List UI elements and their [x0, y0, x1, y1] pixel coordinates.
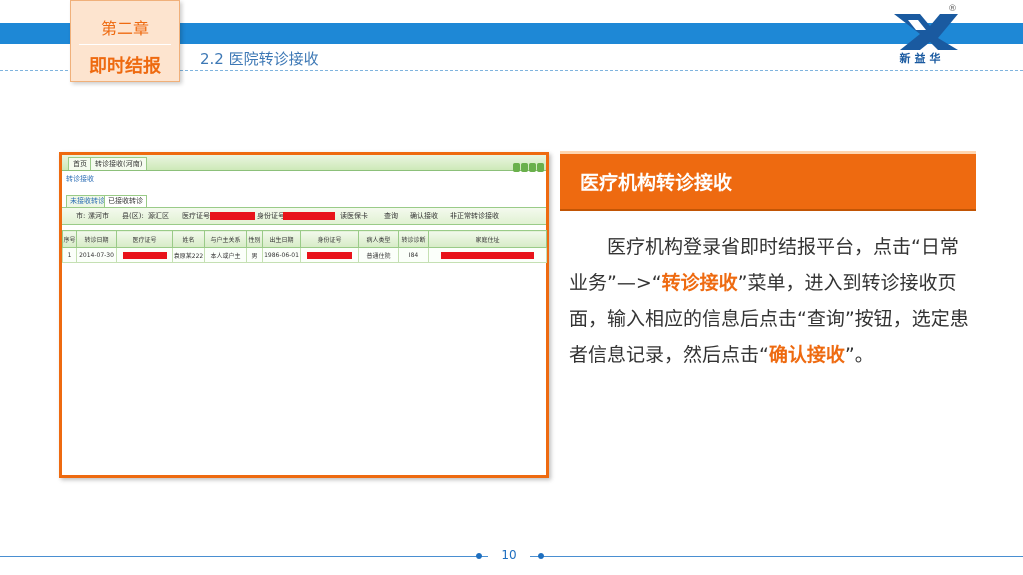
medical-no-input[interactable]	[210, 212, 255, 220]
cell-birth: 1986-06-01	[262, 247, 301, 263]
logo-text: 新益华	[899, 52, 945, 65]
window-button-icon[interactable]	[529, 163, 536, 172]
column-header[interactable]: 性别	[246, 230, 263, 248]
city-label: 市:	[76, 212, 86, 220]
table-header-row: 序号 转诊日期 医疗证号 姓名 与户主关系 性别 出生日期 身份证号 病人类型 …	[62, 230, 547, 248]
city-select[interactable]: 漯河市	[88, 211, 109, 221]
medical-no-label: 医疗证号:	[182, 212, 213, 220]
cell-name: 袁原某222	[172, 247, 205, 263]
cell-diagnosis: I84	[398, 247, 429, 263]
column-header[interactable]: 姓名	[172, 230, 205, 248]
cell-no: 1	[62, 247, 77, 263]
chapter-tag: 第二章 即时结报	[70, 0, 180, 82]
description-highlight-receive: 转诊接收	[661, 272, 738, 294]
redaction-block	[306, 251, 353, 259]
cell-medical-no-redacted	[116, 247, 173, 263]
id-no-input[interactable]	[283, 212, 335, 220]
column-header[interactable]: 序号	[62, 230, 77, 248]
cell-patient-type: 普通住院	[358, 247, 399, 263]
footer-dot-icon	[476, 553, 482, 559]
window-controls	[512, 157, 544, 176]
chapter-separator	[79, 44, 171, 45]
description-text: 医疗机构登录省即时结报平台，点击“日常业务”—>“转诊接收”菜单，进入到转诊接收…	[569, 229, 974, 373]
description-highlight-confirm: 确认接收	[768, 344, 845, 366]
screenshot-subtabs: 未接收转诊 已接收转诊	[62, 193, 546, 208]
embedded-screenshot: 首页 转诊接收(河南) 转诊接收 未接收转诊 已接收转诊 市: 漯河市 县(区)…	[59, 152, 549, 478]
chapter-title: 即时结报	[89, 56, 161, 77]
page-number: 10	[488, 546, 530, 564]
cell-date: 2014-07-30	[76, 247, 117, 263]
query-button[interactable]: 查询	[384, 211, 398, 221]
tab-referral-receive[interactable]: 转诊接收(河南)	[90, 157, 148, 170]
column-header[interactable]: 身份证号	[300, 230, 359, 248]
screenshot-tabbar: 首页 转诊接收(河南)	[62, 155, 546, 172]
confirm-receive-button[interactable]: 确认接收	[410, 211, 438, 221]
column-header[interactable]: 病人类型	[358, 230, 399, 248]
screenshot-filter-bar: 市: 漯河市 县(区): 源汇区 医疗证号: 身份证号: 读医保卡 查询 确认接…	[62, 208, 546, 225]
footer-dot-icon	[538, 553, 544, 559]
window-button-icon[interactable]	[537, 163, 544, 172]
cell-address-redacted	[428, 247, 547, 263]
table-row[interactable]: 1 2014-07-30 袁原某222 本人或户主 男 1986-06-01 普…	[62, 247, 547, 263]
subtab-pending[interactable]: 未接收转诊	[66, 195, 109, 207]
callout-title: 医疗机构转诊接收	[580, 172, 733, 194]
subtab-received[interactable]: 已接收转诊	[104, 195, 147, 207]
callout-banner: 医疗机构转诊接收	[560, 151, 976, 211]
abnormal-receive-button[interactable]: 非正常转诊接收	[450, 211, 499, 221]
column-header[interactable]: 医疗证号	[116, 230, 173, 248]
chapter-label: 第二章	[100, 19, 149, 38]
column-header[interactable]: 与户主关系	[204, 230, 247, 248]
description-part3: ”。	[844, 344, 874, 366]
column-header[interactable]: 出生日期	[262, 230, 301, 248]
redaction-block	[122, 251, 167, 259]
column-header[interactable]: 转诊日期	[76, 230, 117, 248]
county-select[interactable]: 源汇区	[148, 211, 169, 221]
cell-gender: 男	[246, 247, 263, 263]
column-header[interactable]: 转诊诊断	[398, 230, 429, 248]
registered-mark: ®	[948, 4, 957, 14]
read-card-button[interactable]: 读医保卡	[340, 211, 368, 221]
window-button-icon[interactable]	[521, 163, 528, 172]
cell-relation: 本人或户主	[204, 247, 247, 263]
column-header[interactable]: 家庭住址	[428, 230, 547, 248]
tab-home[interactable]: 首页	[68, 157, 92, 170]
section-title: 2.2 医院转诊接收	[200, 50, 319, 68]
redaction-block	[440, 251, 535, 259]
screenshot-breadcrumb: 转诊接收	[66, 175, 94, 183]
county-label: 县(区):	[122, 212, 144, 220]
referral-table: 序号 转诊日期 医疗证号 姓名 与户主关系 性别 出生日期 身份证号 病人类型 …	[62, 230, 547, 263]
cell-id-no-redacted	[300, 247, 359, 263]
window-button-icon[interactable]	[513, 163, 520, 172]
